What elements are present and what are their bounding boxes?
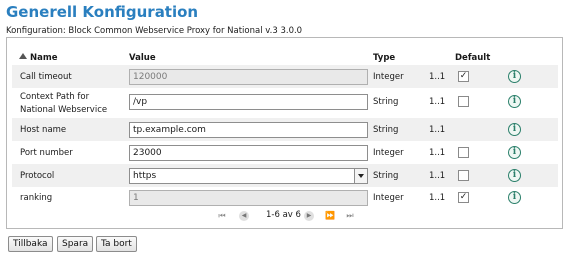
pager-status: 1-6 av 6 bbox=[266, 210, 301, 220]
port-number-field[interactable]: 23000 bbox=[129, 145, 368, 161]
table-row: Context Path for National Webservice /vp… bbox=[12, 88, 558, 117]
param-multiplicity: 1..1 bbox=[429, 193, 446, 203]
param-name: Host name bbox=[20, 125, 67, 135]
param-name: Port number bbox=[20, 148, 73, 158]
fast-forward-icon[interactable]: ⏩ bbox=[325, 211, 335, 221]
sort-ascending-icon[interactable] bbox=[19, 53, 27, 59]
table-row: Call timeout 120000 Integer 1..1 ✓ i bbox=[12, 65, 558, 88]
default-checkbox[interactable]: ✓ bbox=[458, 192, 469, 203]
param-type: String bbox=[373, 171, 399, 181]
param-name: Protocol bbox=[20, 171, 55, 181]
param-type: String bbox=[373, 125, 399, 135]
param-multiplicity: 1..1 bbox=[429, 171, 446, 181]
default-checkbox[interactable] bbox=[458, 147, 469, 158]
default-checkbox[interactable] bbox=[458, 170, 469, 181]
info-icon[interactable]: i bbox=[508, 70, 521, 83]
table-row: Protocol https String 1..1 i bbox=[12, 164, 558, 187]
pager: ⏮ ◀ 1-6 av 6 ▶ ⏩ ⏭ bbox=[217, 209, 357, 223]
chevron-down-icon[interactable] bbox=[354, 169, 367, 183]
ranking-field: 1 bbox=[129, 190, 368, 206]
column-header-value: Value bbox=[129, 53, 156, 63]
page-title: Generell Konfiguration bbox=[6, 3, 199, 21]
info-icon[interactable]: i bbox=[508, 191, 521, 204]
info-icon[interactable]: i bbox=[508, 146, 521, 159]
back-button[interactable]: Tillbaka bbox=[8, 236, 53, 252]
call-timeout-field: 120000 bbox=[129, 69, 368, 85]
config-panel: Name Value Type Default Call timeout 120… bbox=[6, 37, 563, 229]
column-header-default: Default bbox=[455, 53, 491, 63]
param-multiplicity: 1..1 bbox=[429, 148, 446, 158]
first-page-icon[interactable]: ⏮ bbox=[217, 211, 227, 221]
context-path-field[interactable]: /vp bbox=[129, 94, 368, 110]
param-name: Context Path for National Webservice bbox=[20, 92, 108, 115]
info-icon[interactable]: i bbox=[508, 95, 521, 108]
param-multiplicity: 1..1 bbox=[429, 97, 446, 107]
page-subtitle: Konfiguration: Block Common Webservice P… bbox=[6, 26, 303, 36]
previous-page-icon[interactable]: ◀ bbox=[239, 211, 249, 221]
param-type: String bbox=[373, 97, 399, 107]
host-name-field[interactable]: tp.example.com bbox=[129, 122, 368, 138]
param-name: ranking bbox=[20, 193, 53, 203]
column-header-name[interactable]: Name bbox=[30, 53, 57, 63]
last-page-icon[interactable]: ⏭ bbox=[345, 211, 355, 221]
default-checkbox[interactable] bbox=[458, 96, 469, 107]
next-page-icon[interactable]: ▶ bbox=[304, 211, 314, 221]
param-multiplicity: 1..1 bbox=[429, 72, 446, 82]
column-header-type: Type bbox=[373, 53, 396, 63]
protocol-select[interactable]: https bbox=[129, 168, 368, 184]
save-button[interactable]: Spara bbox=[57, 236, 94, 252]
protocol-select-value: https bbox=[133, 171, 157, 181]
table-row: ranking 1 Integer 1..1 ✓ i bbox=[12, 187, 558, 209]
default-checkbox[interactable]: ✓ bbox=[458, 71, 469, 82]
table-header: Name Value Type Default bbox=[7, 38, 562, 64]
param-name: Call timeout bbox=[20, 72, 72, 82]
param-type: Integer bbox=[373, 148, 404, 158]
table-row: Port number 23000 Integer 1..1 i bbox=[12, 141, 558, 164]
table-row: Host name tp.example.com String 1..1 i bbox=[12, 118, 558, 141]
delete-button[interactable]: Ta bort bbox=[96, 236, 137, 252]
param-multiplicity: 1..1 bbox=[429, 125, 446, 135]
info-icon[interactable]: i bbox=[508, 169, 521, 182]
param-type: Integer bbox=[373, 193, 404, 203]
info-icon[interactable]: i bbox=[508, 123, 521, 136]
param-type: Integer bbox=[373, 72, 404, 82]
